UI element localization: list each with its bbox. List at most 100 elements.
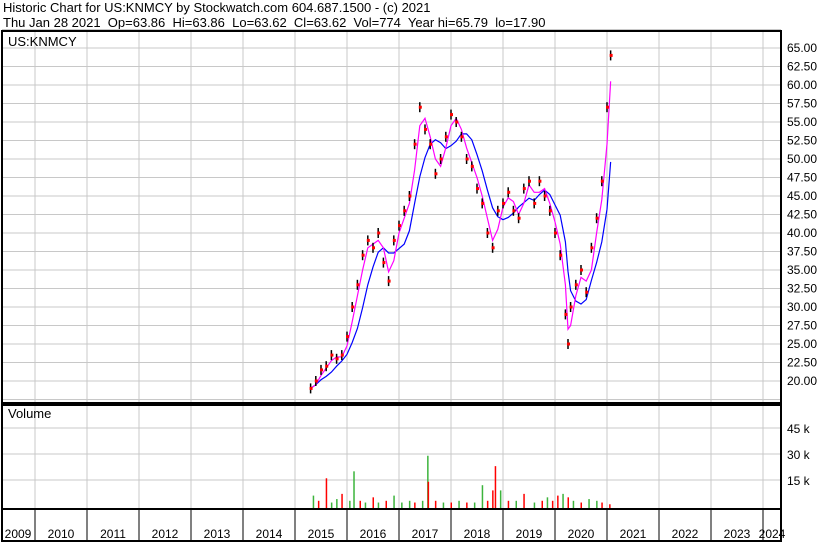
close-marker (366, 238, 370, 242)
close-marker (392, 238, 396, 242)
price-tick-label: 50.00 (787, 152, 817, 166)
volume-panel-border (1, 404, 782, 510)
close-marker (320, 368, 323, 372)
close-marker (361, 253, 365, 257)
price-tick-label: 42.50 (787, 208, 817, 222)
close-marker (491, 246, 495, 250)
volume-bar (562, 493, 564, 509)
symbol-label: US:KNMCY (8, 34, 77, 49)
volume-bar (393, 495, 395, 509)
price-tick-label: 20.00 (787, 374, 817, 388)
close-marker (418, 105, 422, 109)
close-marker (507, 190, 511, 194)
volume-bar (349, 500, 351, 509)
close-marker (590, 246, 594, 250)
close-marker (387, 279, 391, 283)
volume-bar (546, 497, 549, 509)
year-label: 2022 (672, 527, 699, 541)
close-marker (444, 135, 448, 139)
price-tick-label: 65.00 (787, 41, 817, 55)
close-marker (314, 379, 318, 383)
price-tick-label: 37.50 (787, 245, 817, 259)
close-marker (533, 201, 537, 205)
volume-bar (486, 500, 489, 509)
volume-bar (588, 499, 590, 509)
year-label: 2009 (5, 527, 32, 541)
volume-bar (325, 478, 328, 509)
close-marker (372, 246, 375, 250)
volume-bar (523, 493, 525, 509)
close-marker (559, 253, 563, 257)
volume-bar (551, 500, 554, 509)
price-tick-label: 60.00 (787, 78, 817, 92)
volume-bar (596, 500, 598, 509)
volume-bar (481, 485, 484, 509)
volume-bar (408, 500, 411, 509)
close-marker (403, 209, 407, 213)
price-tick-label: 30.00 (787, 300, 817, 314)
close-marker (481, 201, 485, 205)
year-label: 2014 (256, 527, 283, 541)
volume-bar (385, 500, 387, 509)
price-tick-label: 32.50 (787, 282, 817, 296)
close-marker (528, 179, 531, 183)
volume-bar (507, 500, 510, 509)
price-panel-border (1, 30, 782, 404)
close-marker (548, 209, 552, 213)
year-label: 2010 (48, 527, 75, 541)
close-marker (470, 164, 474, 168)
volume-bar (336, 499, 338, 509)
close-marker (600, 179, 604, 183)
volume-bar (434, 500, 437, 509)
price-tick-label: 55.00 (787, 115, 817, 129)
close-marker (538, 179, 542, 183)
close-marker (606, 105, 609, 109)
close-marker (450, 113, 453, 117)
volume-bar (458, 500, 460, 509)
year-label: 2019 (516, 527, 543, 541)
close-marker (309, 386, 313, 390)
close-marker (476, 187, 479, 191)
close-marker (502, 201, 505, 205)
year-label: 2011 (100, 527, 126, 541)
volume-tick-label: 45 k (787, 422, 811, 436)
close-marker (330, 353, 334, 357)
year-label: 2015 (308, 527, 335, 541)
year-label: 2017 (412, 527, 439, 541)
year-label: 2020 (568, 527, 595, 541)
short-moving-average-line (310, 81, 612, 389)
close-marker (574, 283, 578, 287)
close-marker (522, 187, 526, 191)
price-tick-label: 25.00 (787, 337, 817, 351)
close-marker (595, 216, 599, 220)
price-tick-label: 27.50 (787, 319, 817, 333)
price-tick-label: 40.00 (787, 226, 817, 240)
price-tick-label: 22.50 (787, 356, 817, 370)
close-marker (455, 120, 459, 124)
price-tick-label: 47.50 (787, 171, 817, 185)
close-marker (585, 290, 589, 294)
close-marker (465, 157, 469, 161)
volume-bar (557, 495, 559, 509)
long-moving-average-line (310, 133, 612, 389)
close-marker (580, 268, 583, 272)
price-tick-label: 52.50 (787, 134, 817, 148)
year-label: 2013 (204, 527, 231, 541)
close-marker (434, 172, 438, 176)
close-marker (429, 142, 433, 146)
close-marker (554, 231, 557, 235)
volume-bar (427, 481, 430, 509)
close-marker (496, 209, 500, 213)
volume-tick-label: 15 k (787, 474, 811, 488)
close-marker (569, 305, 573, 309)
close-marker (486, 231, 490, 235)
price-tick-label: 62.50 (787, 60, 817, 74)
close-marker (517, 216, 521, 220)
volume-tick-label: 30 k (787, 448, 811, 462)
close-marker (567, 342, 570, 346)
volume-bar (494, 466, 497, 509)
close-marker (413, 142, 417, 146)
volume-bar (317, 500, 320, 509)
close-marker (351, 305, 355, 309)
volume-bar (515, 500, 517, 509)
